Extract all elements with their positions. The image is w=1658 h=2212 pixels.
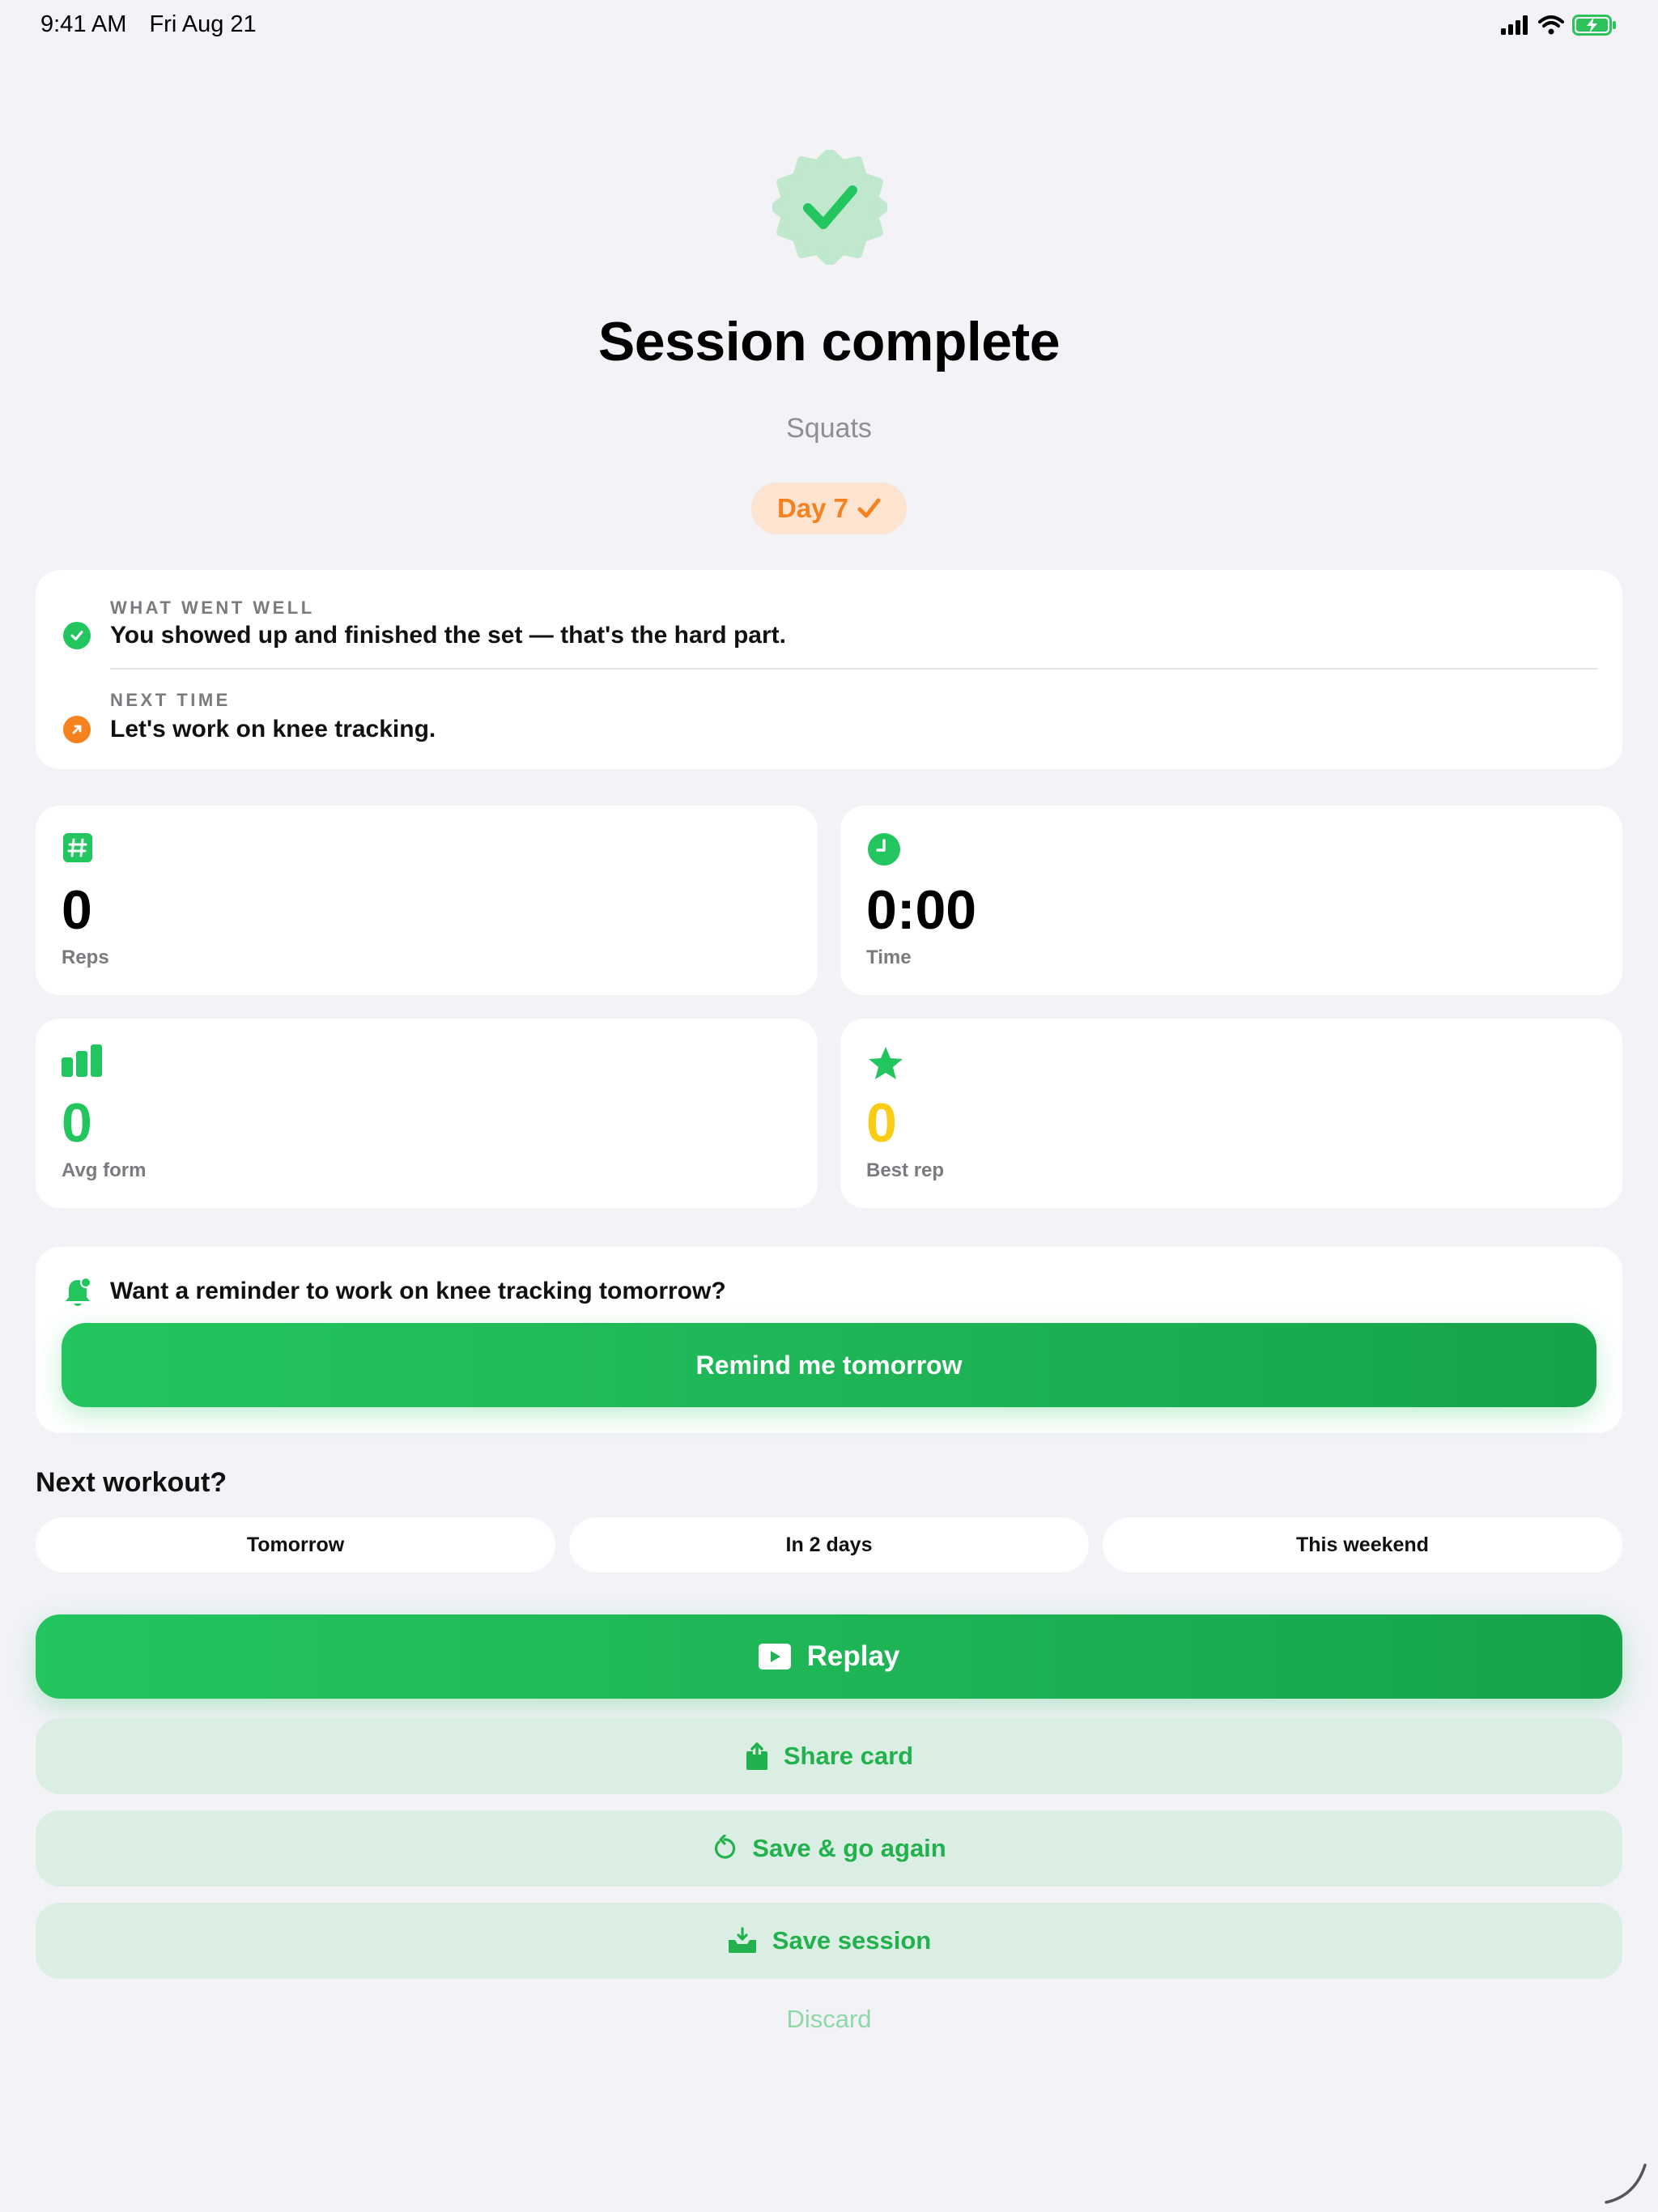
star-icon [866,1044,903,1080]
stat-card-reps: 0 Reps [36,806,818,995]
clock-icon [866,832,902,867]
next-time-text: Let's work on knee tracking. [110,716,436,742]
next-time-label: NEXT TIME [110,690,231,710]
reminder-card: Want a reminder to work on knee tracking… [36,1247,1622,1433]
checkmark-icon [857,498,881,518]
share-card-label: Share card [783,1742,914,1770]
stat-label: Time [866,946,912,968]
page-title: Session complete [597,311,1061,372]
checkmark-seal-icon [770,147,890,267]
remind-me-tomorrow-button[interactable]: Remind me tomorrow [62,1323,1596,1407]
next-workout-option-tomorrow[interactable]: Tomorrow [36,1517,555,1572]
status-date: Fri Aug 21 [149,11,257,37]
stat-value: 0 [866,1092,897,1154]
arrow-counterclockwise-icon [715,1835,736,1859]
bell-badge-icon [63,1276,92,1308]
cellular-signal-icon [1501,15,1528,35]
streak-label: Day 7 [776,493,849,523]
battery-charging-icon [1572,15,1616,36]
discard-button[interactable]: Discard [0,2005,1658,2034]
divider [110,668,1598,670]
streak-badge: Day 7 [751,483,907,534]
replay-label: Replay [806,1640,900,1672]
stat-label: Reps [62,946,109,968]
went-well-text: You showed up and finished the set — tha… [110,622,786,649]
stat-value: 0 [62,1092,92,1154]
scroll-indicator-icon [1605,2163,1647,2204]
status-time: 9:41 AM [40,11,127,37]
tray-download-icon [728,1927,756,1953]
feedback-card: WHAT WENT WELL You showed up and finishe… [36,570,1622,769]
bar-chart-icon [62,1044,102,1080]
status-icons [1501,15,1618,36]
next-workout-option-this-weekend[interactable]: This weekend [1103,1517,1622,1572]
play-rectangle-icon [758,1644,791,1670]
stat-card-best-rep: 0 Best rep [840,1019,1622,1208]
save-and-go-again-button[interactable]: Save & go again [36,1810,1622,1887]
went-well-label: WHAT WENT WELL [110,598,315,618]
save-session-button[interactable]: Save session [36,1903,1622,1979]
share-icon [746,1742,767,1770]
stat-label: Best rep [866,1159,945,1181]
wifi-icon [1538,15,1564,35]
stat-label: Avg form [62,1159,147,1181]
checkmark-circle-icon [63,622,91,649]
next-workout-heading: Next workout? [36,1467,227,1498]
status-bar: 9:41 AM Fri Aug 21 [0,0,1658,52]
stat-value: 0 [62,879,92,941]
save-session-label: Save session [772,1926,932,1955]
exercise-name: Squats [786,413,872,444]
stat-card-time: 0:00 Time [840,806,1622,995]
arrow-up-right-circle-icon [63,716,91,743]
stat-card-avg-form: 0 Avg form [36,1019,818,1208]
next-workout-option-in-2-days[interactable]: In 2 days [569,1517,1089,1572]
save-and-go-again-label: Save & go again [752,1834,946,1862]
replay-button[interactable]: Replay [36,1614,1622,1699]
share-card-button[interactable]: Share card [36,1718,1622,1794]
status-datetime: 9:41 AM Fri Aug 21 [40,11,257,38]
remind-button-label: Remind me tomorrow [695,1350,963,1380]
stat-value: 0:00 [866,879,977,941]
number-sign-icon [62,832,97,867]
reminder-prompt: Want a reminder to work on knee tracking… [110,1278,726,1304]
